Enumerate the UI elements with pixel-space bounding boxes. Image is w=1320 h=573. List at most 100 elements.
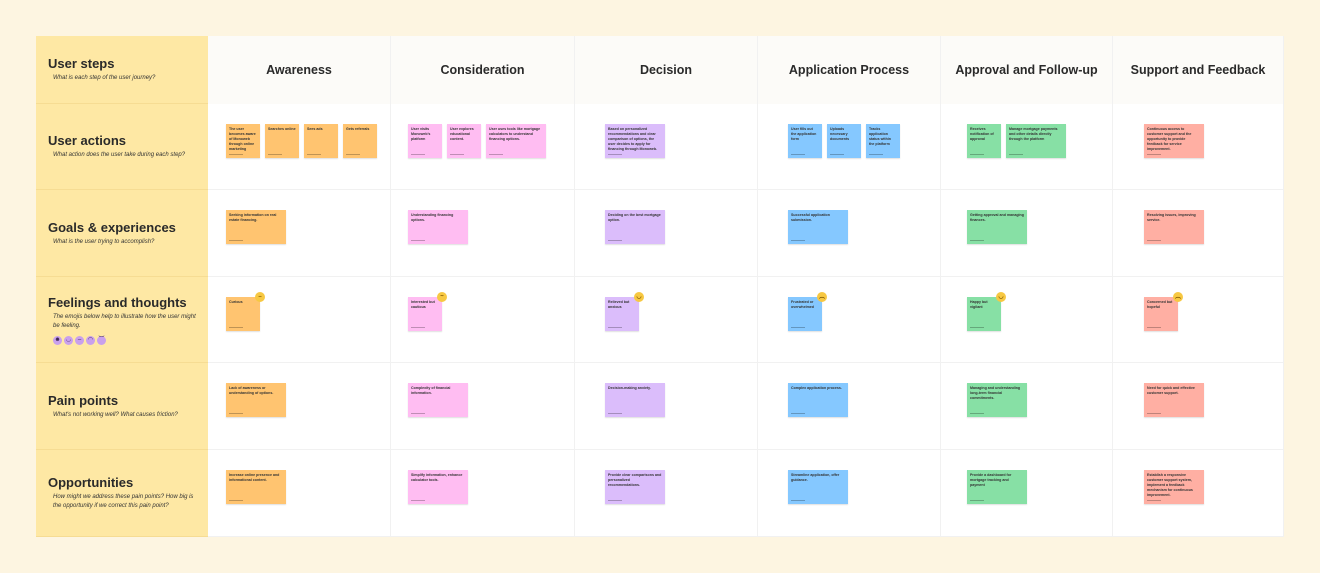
cell-awareness: Curious – — [208, 277, 391, 363]
cell-awareness: Lack of awareness or understanding of op… — [208, 363, 391, 450]
cell-consideration: Interested but cautious ~ — [391, 277, 575, 363]
sticky-note[interactable]: Lack of awareness or understanding of op… — [226, 383, 286, 417]
sticky-note[interactable]: Concerned but hopeful ︵ — [1144, 292, 1183, 331]
cell-consideration: Complexity of financial information. — [391, 363, 575, 450]
author-label — [791, 154, 805, 155]
author-label — [411, 154, 425, 155]
sticky-note[interactable]: Provide clear comparisons and personaliz… — [605, 470, 665, 504]
grinning-face-icon: ◡ — [996, 292, 1006, 302]
author-label — [268, 154, 282, 155]
author-label — [608, 500, 622, 501]
sticky-note[interactable]: Gets referrals — [343, 124, 377, 158]
author-label — [791, 240, 805, 241]
author-label — [608, 327, 622, 328]
stage-header-application: Application Process — [758, 36, 941, 104]
author-label — [411, 327, 425, 328]
cell-decision: Based on personalized recommendations an… — [575, 104, 758, 190]
author-label — [1147, 500, 1161, 501]
sticky-note[interactable]: User fills out the application form — [788, 124, 822, 158]
sticky-note[interactable]: Frustrated or overwhelmed ︵ — [788, 292, 827, 331]
sticky-note[interactable]: Relieved but anxious ◡ — [605, 292, 644, 331]
cell-application: Frustrated or overwhelmed ︵ — [758, 277, 941, 363]
sticky-note[interactable]: Provide a dashboard for mortgage trackin… — [967, 470, 1027, 504]
row-subtitle: How might we address these pain points? … — [53, 494, 194, 509]
sticky-note[interactable]: Need for quick and effective customer su… — [1144, 383, 1204, 417]
sticky-note[interactable]: Resolving issues, improving service. — [1144, 210, 1204, 244]
sticky-note[interactable]: Complexity of financial information. — [408, 383, 468, 417]
neutral-face-icon: – — [255, 292, 265, 302]
cell-consideration: User visits Monoweb's platform User explo… — [391, 104, 575, 190]
cell-decision: Decision-making anxiety. — [575, 363, 758, 450]
sticky-note[interactable]: Establish a responsive customer support … — [1144, 470, 1204, 504]
sticky-note[interactable]: Decision-making anxiety. — [605, 383, 665, 417]
author-label — [970, 413, 984, 414]
sticky-note[interactable]: Based on personalized recommendations an… — [605, 124, 665, 158]
row-title: Feelings and thoughts — [48, 294, 187, 310]
author-label — [970, 500, 984, 501]
sticky-note[interactable]: The user becomes aware of Monoweb throug… — [226, 124, 260, 158]
author-label — [229, 154, 243, 155]
thinking-face-icon: ~ — [437, 292, 447, 302]
author-label — [1147, 154, 1161, 155]
sticky-note[interactable]: User explores educational content. — [447, 124, 481, 158]
stage-header-support: Support and Feedback — [1113, 36, 1284, 104]
row-subtitle: What action does the user take during ea… — [53, 152, 186, 158]
cell-application: Streamline application, offer guidance. — [758, 450, 941, 537]
sticky-note[interactable]: Happy but vigilant ◡ — [967, 292, 1006, 331]
author-label — [830, 154, 844, 155]
cell-decision: Relieved but anxious ◡ — [575, 277, 758, 363]
sticky-note[interactable]: Successful application submission. — [788, 210, 848, 244]
cell-support: Concerned but hopeful ︵ — [1113, 277, 1284, 363]
author-label — [307, 154, 321, 155]
sticky-note[interactable]: Managing and understanding long-term fin… — [967, 383, 1027, 417]
row-header: Feelings and thoughts The emojis below he… — [36, 277, 208, 363]
author-label — [411, 240, 425, 241]
row-header-user-steps: User steps What is each step of the user … — [36, 36, 208, 104]
author-label — [1147, 240, 1161, 241]
sticky-note[interactable]: Simplify information, enhance calculator… — [408, 470, 468, 504]
cell-awareness: The user becomes aware of Monoweb throug… — [208, 104, 391, 190]
author-label — [450, 154, 464, 155]
sticky-note[interactable]: Increase online presence and information… — [226, 470, 286, 504]
cell-decision: Provide clear comparisons and personaliz… — [575, 450, 758, 537]
author-label — [229, 327, 243, 328]
author-label — [970, 240, 984, 241]
sticky-note[interactable]: Tracks application status within the pla… — [866, 124, 900, 158]
cell-application: Successful application submission. — [758, 190, 941, 277]
sticky-note[interactable]: Sees ads — [304, 124, 338, 158]
cell-approval: Provide a dashboard for mortgage trackin… — [941, 450, 1113, 537]
sticky-note[interactable]: Manage mortgage payments and other detai… — [1006, 124, 1066, 158]
worried-face-icon: ︵ — [1173, 292, 1183, 302]
author-label — [1147, 413, 1161, 414]
sticky-note[interactable]: Complex application process. — [788, 383, 848, 417]
sticky-note[interactable]: Searches online — [265, 124, 299, 158]
author-label — [489, 154, 503, 155]
sticky-note[interactable]: Getting approval and managing finances. — [967, 210, 1027, 244]
row-header: User actions What action does the user ta… — [36, 104, 208, 190]
sticky-note[interactable]: Interested but cautious ~ — [408, 292, 447, 331]
sticky-note[interactable]: Understanding financing options. — [408, 210, 468, 244]
author-label — [791, 500, 805, 501]
happy-face-icon: ◡ — [64, 335, 73, 345]
cell-support: Establish a responsive customer support … — [1113, 450, 1284, 537]
row-title: User actions — [48, 133, 127, 148]
sticky-note[interactable]: User uses tools like mortgage calculator… — [486, 124, 546, 158]
angry-face-icon: ︶ — [97, 335, 106, 345]
row-subtitle: What is the user trying to accomplish? — [53, 238, 155, 245]
sticky-note[interactable]: Uploads necessary documents — [827, 124, 861, 158]
sticky-note[interactable]: User visits Monoweb's platform — [408, 124, 442, 158]
sticky-note[interactable]: Seeking information on real estate finan… — [226, 210, 286, 244]
author-label — [229, 500, 243, 501]
author-label — [411, 413, 425, 414]
sticky-note[interactable]: Streamline application, offer guidance. — [788, 470, 848, 504]
cell-approval: Happy but vigilant ◡ — [941, 277, 1113, 363]
journey-map-board: User steps What is each step of the user … — [36, 36, 1284, 537]
sticky-note[interactable]: Continuous access to customer support an… — [1144, 124, 1204, 158]
cell-application: Complex application process. — [758, 363, 941, 450]
cell-support: Continuous access to customer support an… — [1113, 104, 1284, 190]
sticky-note[interactable]: Curious – — [226, 292, 265, 331]
sticky-note[interactable]: Receives notification of approval — [967, 124, 1001, 158]
author-label — [608, 413, 622, 414]
sticky-note[interactable]: Deciding on the best mortgage option. — [605, 210, 665, 244]
sad-face-icon: ◠ — [86, 335, 95, 345]
